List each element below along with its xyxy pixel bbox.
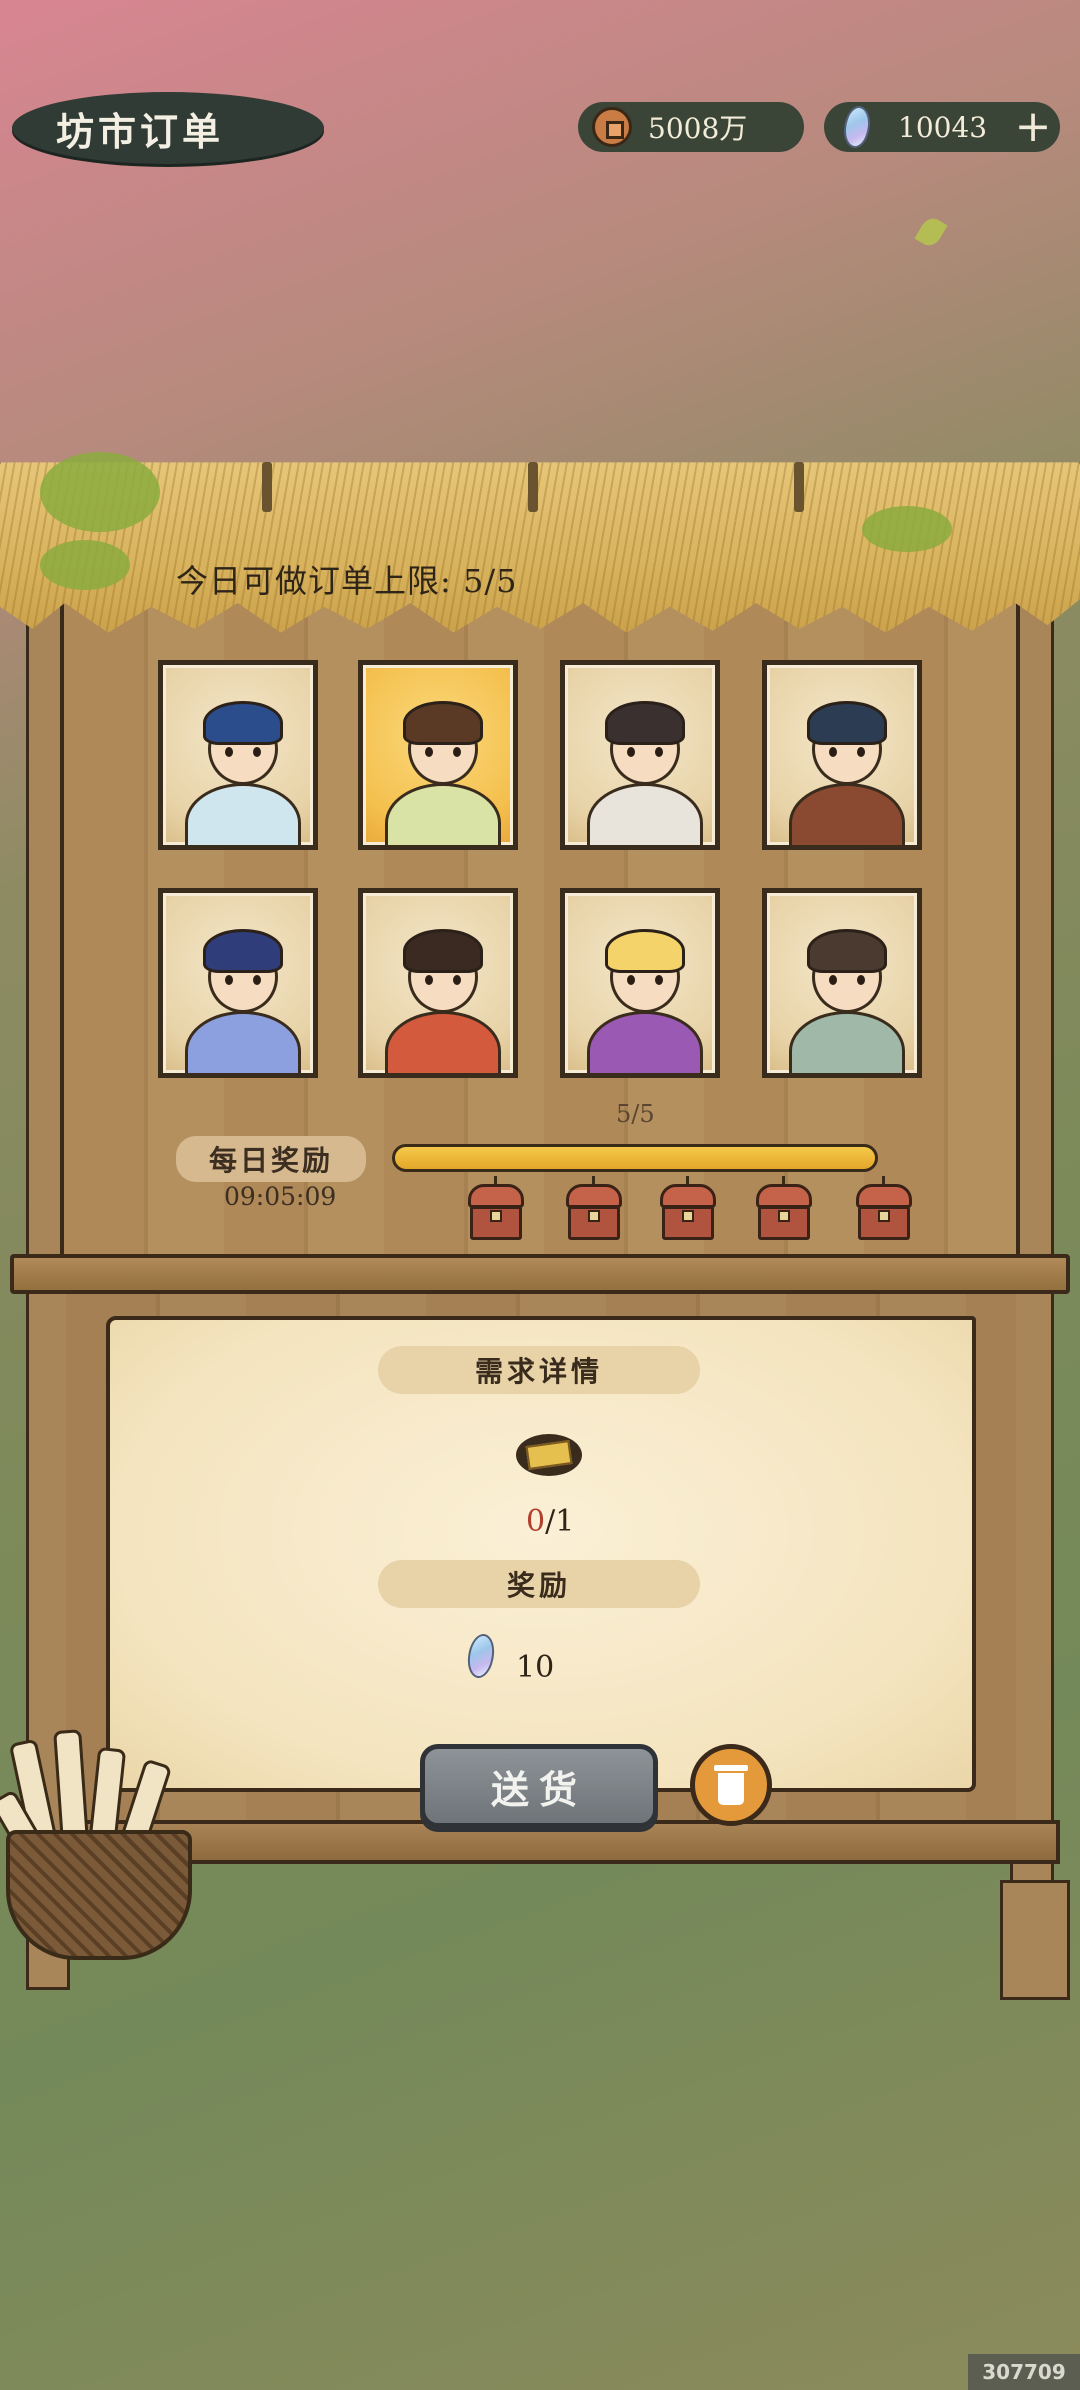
gem-balance: 10043 + (824, 102, 1060, 152)
reward-heading: 奖励 (378, 1560, 700, 1608)
reward-chest-icon[interactable] (660, 1184, 716, 1242)
deliver-button[interactable]: 送货 (420, 1744, 658, 1828)
daily-reward-timer: 09:05:09 (224, 1182, 337, 1211)
falling-leaf-decoration (914, 214, 948, 250)
roof-rope (262, 462, 272, 512)
customer-portrait-cook[interactable] (762, 888, 922, 1078)
add-gems-button[interactable]: + (1012, 105, 1054, 149)
daily-progress-fill (395, 1147, 875, 1169)
daily-progress-count: 5/5 (616, 1100, 655, 1128)
reward-chest-icon[interactable] (756, 1184, 812, 1242)
daily-reward-label: 每日奖励 (176, 1136, 366, 1182)
demand-details-heading: 需求详情 (378, 1346, 700, 1394)
item-required-count: /1 (545, 1504, 575, 1539)
coin-icon (592, 107, 632, 147)
vine-leaves (862, 506, 952, 552)
coin-balance: 5008万 (578, 102, 804, 152)
book-icon[interactable] (516, 1434, 582, 1476)
scroll-basket[interactable] (0, 1729, 200, 1980)
customer-portrait-elder[interactable] (560, 660, 720, 850)
trash-icon (714, 1765, 748, 1805)
roof-rope (528, 462, 538, 512)
vine-leaves (40, 540, 130, 590)
item-requirement-count: 0/1 (526, 1504, 574, 1539)
gem-amount: 10043 (898, 110, 988, 144)
roof-rope (794, 462, 804, 512)
page-title: 坊市订单 (56, 108, 225, 154)
coin-amount: 5008万 (648, 112, 748, 145)
reward-amount: 10 (516, 1650, 555, 1685)
reward-chest-icon[interactable] (566, 1184, 622, 1242)
reward-chest-icon[interactable] (856, 1184, 912, 1242)
customer-portrait-dragon[interactable] (158, 660, 318, 850)
watermark-id: 307709 (968, 2354, 1080, 2390)
customer-portrait-fox-lady[interactable] (158, 888, 318, 1078)
customer-portrait-dancer[interactable] (560, 888, 720, 1078)
vine-leaves (40, 452, 160, 532)
discard-order-button[interactable] (690, 1744, 772, 1826)
daily-order-limit: 今日可做订单上限: 5/5 (176, 562, 518, 600)
customer-portrait-girl[interactable] (358, 660, 518, 850)
gem-icon (838, 103, 876, 151)
daily-progress-bar (392, 1144, 878, 1172)
customer-portrait-merchant[interactable] (358, 888, 518, 1078)
reward-chest-icon[interactable] (468, 1184, 524, 1242)
stall-shelf (10, 1254, 1070, 1294)
title-banner: 坊市订单 (12, 92, 324, 164)
customer-portrait-boy[interactable] (762, 660, 922, 850)
item-current-count: 0 (526, 1504, 546, 1539)
stall-leg-right (1000, 1880, 1070, 2000)
